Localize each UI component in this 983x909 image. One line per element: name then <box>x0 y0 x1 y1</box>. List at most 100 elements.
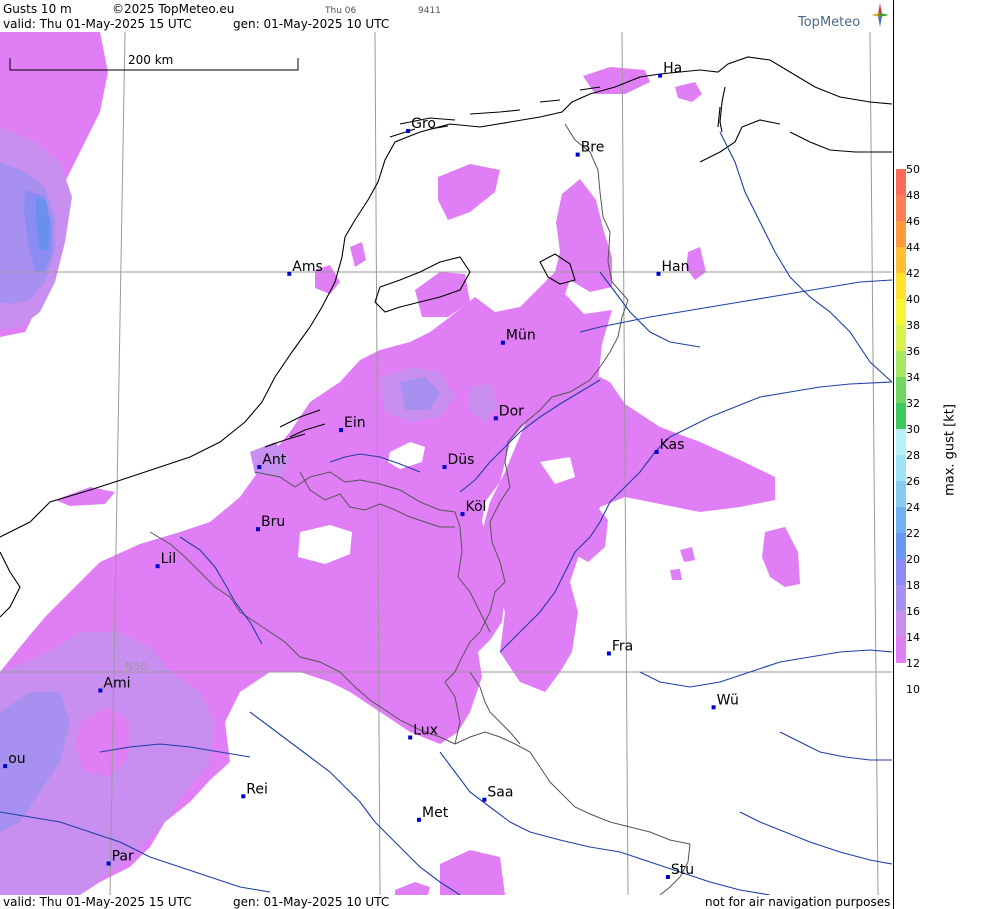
city-label-gro: Gro <box>411 116 436 132</box>
colorbar-tick-28: 28 <box>906 449 920 462</box>
city-marker-met <box>417 817 421 822</box>
city-marker-lil <box>155 564 160 569</box>
city-label-stu: Stu <box>671 862 694 878</box>
gust-area-small-2 <box>670 569 682 580</box>
topmeteo-logo: TopMeteo <box>798 2 890 32</box>
city-label-rei: Rei <box>246 781 268 797</box>
city-label-lil: Lil <box>161 551 177 567</box>
city-label-kas: Kas <box>660 437 685 453</box>
colorbar-tick-32: 32 <box>906 397 920 410</box>
logo-text: TopMeteo <box>798 15 861 30</box>
city-label-ant: Ant <box>262 452 286 468</box>
colorbar-band-12-14 <box>896 637 906 663</box>
colorbar-band-20-22 <box>896 533 906 559</box>
city-label-fra: Fra <box>612 639 633 655</box>
city-marker-han <box>656 271 661 276</box>
city-marker-lux <box>408 735 413 740</box>
city-label-ou: ou <box>8 751 25 767</box>
colorbar-band-24-26 <box>896 481 906 507</box>
city-label-ein: Ein <box>344 415 366 431</box>
city-label-saa: Saa <box>487 785 513 801</box>
generated-time: gen: 01-May-2025 10 UTC <box>233 17 390 31</box>
city-marker-bre <box>575 152 580 157</box>
city-marker-ams <box>287 271 292 276</box>
colorbar-tick-44: 44 <box>906 241 920 254</box>
colorbar-band-40-42 <box>896 273 906 299</box>
city-marker-kas <box>654 449 659 454</box>
colorbar-band-44-46 <box>896 221 906 247</box>
map-footer: valid: Thu 01-May-2025 15 UTC gen: 01-Ma… <box>0 895 892 909</box>
colorbar-band-48-50 <box>896 169 906 195</box>
colorbar-tick-38: 38 <box>906 319 920 332</box>
colorbar-tick-40: 40 <box>906 293 920 306</box>
colorbar-band-28-30 <box>896 429 906 455</box>
city-label-dor: Dor <box>499 403 524 419</box>
colorbar-band-42-44 <box>896 247 906 273</box>
colorbar-tick-48: 48 <box>906 189 920 202</box>
city-label-köl: Köl <box>466 499 487 515</box>
scale-bar-label: 200 km <box>128 53 173 67</box>
valid-time: valid: Thu 01-May-2025 15 UTC <box>3 17 192 31</box>
city-label-par: Par <box>112 849 134 865</box>
city-marker-düs <box>442 465 447 469</box>
city-marker-fra <box>606 651 611 656</box>
city-marker-gro <box>406 129 411 133</box>
colorbar-band-16-18 <box>896 585 906 611</box>
city-marker-ami <box>98 688 103 693</box>
city-marker-saa <box>482 797 487 802</box>
city-label-wü: Wü <box>717 692 739 708</box>
colorbar-tick-12: 12 <box>906 657 920 670</box>
colorbar-legend: 50 48 46 44 42 40 38 36 34 32 30 28 26 24 22 20 18 16 14 12… <box>893 0 983 909</box>
city-label-bre: Bre <box>581 140 605 156</box>
city-marker-wü <box>711 705 716 710</box>
forecast-day-tag: Thu 06 <box>325 6 357 16</box>
colorbar-tick-50: 50 <box>906 163 920 176</box>
city-marker-par <box>106 861 111 866</box>
city-marker-ou <box>3 764 8 769</box>
city-marker-ant <box>257 465 262 469</box>
run-code-tag: 9411 <box>418 6 441 16</box>
colorbar-band-34-36 <box>896 351 906 377</box>
colorbar-tick-20: 20 <box>906 553 920 566</box>
colorbar-band-38-40 <box>896 299 906 325</box>
city-label-mün: Mün <box>506 328 536 344</box>
colorbar-tick-36: 36 <box>906 345 920 358</box>
colorbar-tick-22: 22 <box>906 527 920 540</box>
colorbar-title: max. gust [kt] <box>942 404 958 496</box>
colorbar-tick-18: 18 <box>906 579 920 592</box>
compass-logo-icon <box>871 3 889 27</box>
city-label-ams: Ams <box>292 259 323 275</box>
city-label-ami: Ami <box>103 676 130 692</box>
colorbar-band-36-38 <box>896 325 906 351</box>
colorbar-band-46-48 <box>896 195 906 221</box>
city-marker-stu <box>665 875 670 879</box>
city-label-lux: Lux <box>413 723 438 739</box>
colorbar-tick-24: 24 <box>906 501 920 514</box>
colorbar-band-32-34 <box>896 377 906 403</box>
colorbar-band-14-16 <box>896 611 906 637</box>
city-marker-ein <box>339 428 343 433</box>
city-marker-dor <box>493 416 498 421</box>
footer-disclaimer: not for air navigation purposes <box>705 895 891 909</box>
colorbar-tick-16: 16 <box>906 605 920 618</box>
latitude-label-n50: N50 <box>125 660 147 673</box>
footer-generated-time: gen: 01-May-2025 10 UTC <box>233 895 390 909</box>
colorbar-tick-14: 14 <box>906 631 920 644</box>
colorbar-band-30-32 <box>896 403 906 429</box>
city-marker-bru <box>256 527 260 532</box>
map-header: Gusts 10 m ©2025 TopMeteo.eu Thu 06 9411… <box>0 0 892 32</box>
colorbar-tick-46: 46 <box>906 215 920 228</box>
city-label-düs: Düs <box>448 452 475 468</box>
gust-map: 200 km N50 Gro Bre Ha Ams Han Mün Ein Dor Kas Ant… <box>0 32 892 895</box>
footer-valid-time: valid: Thu 01-May-2025 15 UTC <box>3 895 192 909</box>
colorbar-tick-26: 26 <box>906 475 920 488</box>
colorbar-band-18-20 <box>896 559 906 585</box>
colorbar-tick-10: 10 <box>906 683 920 696</box>
colorbar-tick-30: 30 <box>906 423 920 436</box>
colorbar-band-26-28 <box>896 455 906 481</box>
city-marker-köl <box>460 512 465 517</box>
colorbar-band-22-24 <box>896 507 906 533</box>
colorbar-tick-42: 42 <box>906 267 920 280</box>
colorbar-tick-34: 34 <box>906 371 920 384</box>
city-marker-mün <box>500 340 505 345</box>
